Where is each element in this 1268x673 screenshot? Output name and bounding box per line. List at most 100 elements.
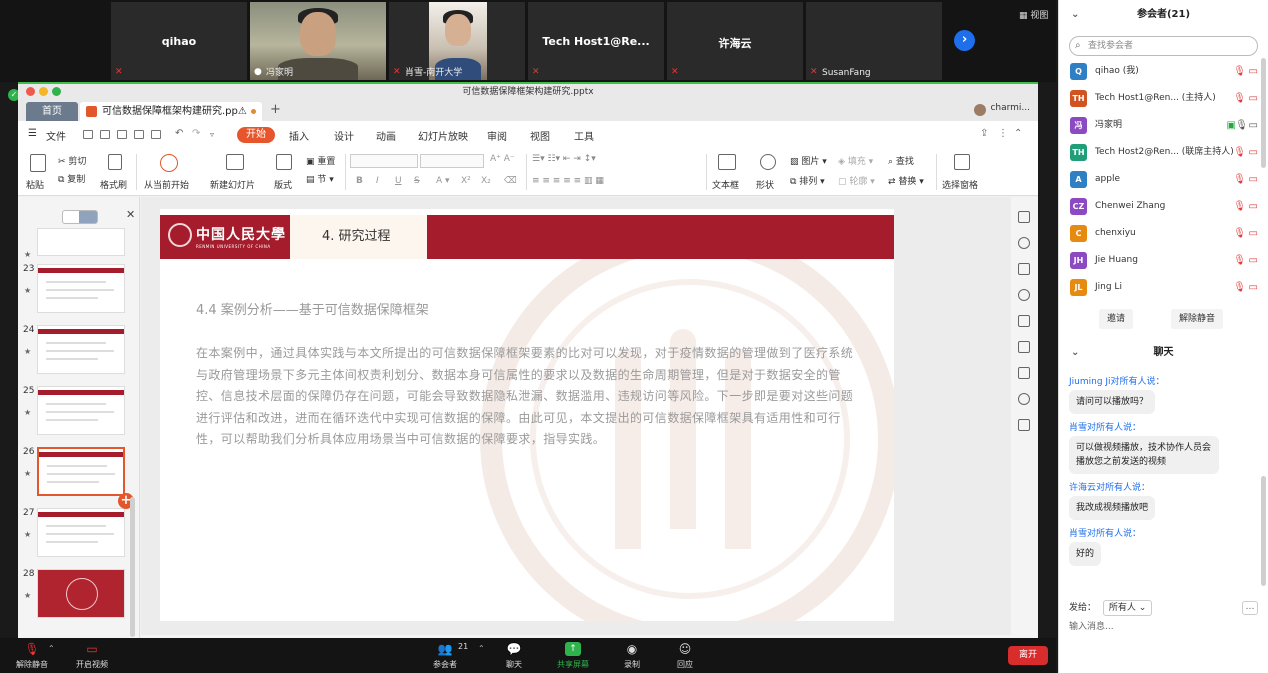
select-pane-icon[interactable] [954, 154, 970, 170]
print-icon[interactable] [134, 130, 144, 139]
export-pdf-icon[interactable] [117, 130, 127, 139]
muted-mic-icon[interactable]: 🎙 [1233, 139, 1246, 166]
home-tab[interactable]: 首页 [26, 102, 78, 121]
video-tile-susan[interactable]: ✕ SusanFang [806, 2, 942, 80]
cut-button[interactable]: ✂ 剪切 [58, 154, 86, 167]
slide-thumbnail[interactable]: 24 ★ [18, 325, 138, 383]
tool-icon-3[interactable] [1018, 263, 1030, 275]
open-folder-icon[interactable] [83, 130, 93, 139]
tool-icon-5[interactable] [1018, 315, 1030, 327]
maximize-window-icon[interactable] [52, 87, 61, 96]
fill-button[interactable]: ◈ 填充 ▾ [838, 154, 873, 167]
muted-mic-icon[interactable]: 🎙 [1233, 247, 1246, 274]
audio-options-caret-icon[interactable]: ⌃ [48, 644, 55, 653]
slide-thumbnail[interactable]: 27 ★ [18, 508, 138, 566]
menu-design[interactable]: 设计 [334, 128, 354, 143]
shape-icon[interactable] [760, 154, 776, 170]
menu-start[interactable]: 开始 [237, 127, 275, 143]
preview-icon[interactable] [151, 130, 161, 139]
font-color-icon[interactable]: A ▾ [436, 176, 450, 186]
next-page-arrow-icon[interactable]: › [954, 30, 975, 51]
muted-mic-icon[interactable]: 🎙 [1233, 166, 1246, 193]
tool-icon-1[interactable] [1018, 211, 1030, 223]
textbox-icon[interactable] [718, 154, 736, 170]
unmute-all-button[interactable]: 解除静音 [1171, 309, 1224, 329]
video-tile-xiao[interactable]: ✕ 肖雪-南开大学 [389, 2, 525, 80]
more-icon[interactable]: ⋮ [998, 128, 1008, 139]
replace-button[interactable]: ⇄ 替换 ▾ [888, 174, 924, 187]
underline-icon[interactable]: U [395, 176, 402, 186]
muted-mic-icon[interactable]: 🎙 [1233, 85, 1246, 112]
redo-icon[interactable]: ↷ [192, 128, 200, 139]
participant-row[interactable]: CZ Chenwei Zhang 🎙 ▭ [1059, 193, 1268, 220]
layout-label[interactable]: 版式 [274, 178, 292, 191]
history-icon[interactable] [1018, 393, 1030, 405]
view-button[interactable]: ▦ 视图 [1019, 8, 1048, 21]
video-tile-xu[interactable]: 许海云 ✕ [667, 2, 803, 80]
copy-button[interactable]: ⧉ 复制 [58, 172, 85, 185]
video-off-icon[interactable]: ▭ [1249, 247, 1258, 274]
video-tile-feng[interactable]: ● 冯家明 [250, 2, 386, 80]
record-button[interactable]: ◉ 录制 [602, 638, 662, 673]
menu-animation[interactable]: 动画 [376, 128, 396, 143]
subscript-icon[interactable]: X₂ [481, 176, 491, 186]
new-slide-icon[interactable] [226, 154, 244, 170]
menu-slideshow[interactable]: 幻灯片放映 [418, 128, 468, 143]
participants-button[interactable]: 👥 21 参会者 [415, 638, 475, 673]
participant-row[interactable]: JH Jie Huang 🎙 ▭ [1059, 247, 1268, 274]
strikethrough-icon[interactable]: S [414, 176, 420, 186]
video-off-icon[interactable]: ▭ [1249, 139, 1258, 166]
video-tile-techhost1[interactable]: Tech Host1@Re... ✕ [528, 2, 664, 80]
slide[interactable]: 中国人民大學 RENMIN UNIVERSITY OF CHINA 4. 研究过… [160, 209, 894, 621]
video-icon[interactable]: ▭ [1249, 112, 1258, 139]
menu-insert[interactable]: 插入 [289, 128, 309, 143]
start-video-button[interactable]: ▭ 开启视频 [62, 638, 122, 673]
clear-format-icon[interactable]: ⌫ [504, 176, 517, 186]
menu-view[interactable]: 视图 [530, 128, 550, 143]
menu-tools[interactable]: 工具 [574, 128, 594, 143]
participant-row[interactable]: JL Jing Li 🎙 ▭ [1059, 274, 1268, 301]
close-window-icon[interactable] [26, 87, 35, 96]
participants-scrollbar[interactable] [1261, 58, 1266, 168]
leave-meeting-button[interactable]: 离开 [1008, 646, 1048, 665]
tool-icon-2[interactable] [1018, 237, 1030, 249]
layout-icon[interactable] [276, 154, 292, 170]
share-icon[interactable]: ⇪ [980, 128, 988, 139]
participant-row[interactable]: 冯冯家明 ▣ 🎙 ▭ [1059, 112, 1268, 139]
hamburger-menu-icon[interactable]: ☰ [28, 128, 37, 139]
picture-button[interactable]: ▨ 图片 ▾ [790, 154, 827, 167]
format-painter-icon[interactable] [108, 154, 122, 170]
muted-mic-icon[interactable]: 🎙 [1233, 193, 1246, 220]
play-from-current-label[interactable]: 从当前开始 [144, 178, 189, 191]
collapse-chevron-icon[interactable]: ⌄ [1071, 0, 1079, 30]
video-tile-qihao[interactable]: qihao ✕ [111, 2, 247, 80]
participant-row[interactable]: Cchenxiyu 🎙 ▭ [1059, 220, 1268, 247]
image-icon[interactable] [1018, 419, 1030, 431]
italic-icon[interactable]: I [376, 176, 379, 186]
undo-icon[interactable]: ↶ [175, 128, 183, 139]
participant-row[interactable]: TH Tech Host2@Ren... (联席主持人) 🎙 ▭ [1059, 139, 1268, 166]
reactions-button[interactable]: ☺ 回应 [655, 638, 715, 673]
section-button[interactable]: ▤ 节 ▾ [306, 172, 334, 185]
file-tab[interactable]: 可信数据保障框架构建研究.pp⚠ [80, 102, 262, 121]
align-icons[interactable]: ≡ ≡ ≡ ≡ ≡ ▥ ▦ [532, 176, 604, 186]
menu-file[interactable]: 文件 [46, 128, 66, 143]
invite-button[interactable]: 邀请 [1099, 309, 1134, 329]
chat-scrollbar[interactable] [1261, 476, 1266, 586]
slide-thumbnail[interactable]: 25 ★ [18, 386, 138, 444]
textbox-label[interactable]: 文本框 [712, 178, 739, 191]
find-button[interactable]: ⌕ 查找 [888, 154, 914, 167]
participant-row[interactable]: Aapple 🎙 ▭ [1059, 166, 1268, 193]
tool-icon-4[interactable] [1018, 289, 1030, 301]
select-pane-label[interactable]: 选择窗格 [942, 178, 978, 191]
video-off-icon[interactable]: ▭ [1249, 58, 1258, 85]
chat-button[interactable]: 💬 聊天 [484, 638, 544, 673]
superscript-icon[interactable]: X² [461, 176, 471, 186]
font-family-dropdown[interactable] [350, 154, 418, 168]
arrange-button[interactable]: ⧉ 排列 ▾ [790, 174, 825, 187]
settings-sliders-icon[interactable] [1018, 367, 1030, 379]
format-painter-label[interactable]: 格式刷 [100, 178, 127, 191]
menu-review[interactable]: 审阅 [487, 128, 507, 143]
shape-label[interactable]: 形状 [756, 178, 774, 191]
video-off-icon[interactable]: ▭ [1249, 274, 1258, 301]
